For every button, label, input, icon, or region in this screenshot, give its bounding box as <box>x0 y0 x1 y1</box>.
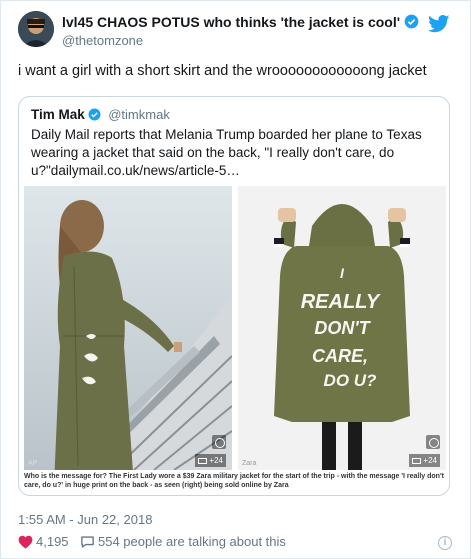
author-name-text[interactable]: lvl45 CHAOS POTUS who thinks 'the jacket… <box>62 14 400 30</box>
conversation-action[interactable]: 554 people are talking about this <box>80 534 286 549</box>
tweet-actions: 4,195 554 people are talking about this … <box>18 534 460 554</box>
photo-melania-boarding[interactable]: AP +24 <box>24 186 232 470</box>
tweet-text: i want a girl with a short skirt and the… <box>18 63 427 79</box>
jacket-text-line-4: CARE, <box>312 346 368 366</box>
like-action[interactable]: 4,195 <box>18 534 69 549</box>
author-display-name[interactable]: lvl45 CHAOS POTUS who thinks 'the jacket… <box>62 14 419 30</box>
jacket-text-line-5: DO U? <box>324 371 378 390</box>
verified-badge-icon <box>88 108 101 121</box>
photo-credit-left: AP <box>28 460 38 467</box>
quoted-author: Tim Mak @timkmak <box>31 106 170 124</box>
author-handle[interactable]: @thetomzone <box>62 33 419 48</box>
author-names: lvl45 CHAOS POTUS who thinks 'the jacket… <box>62 14 419 48</box>
tweet-card: lvl45 CHAOS POTUS who thinks 'the jacket… <box>0 0 471 559</box>
jacket-text-line-3: DON'T <box>314 318 371 338</box>
quoted-text: Daily Mail reports that Melania Trump bo… <box>31 127 422 178</box>
quoted-tweet[interactable]: Tim Mak @timkmak Daily Mail reports that… <box>18 96 450 496</box>
camera-icon <box>198 458 208 464</box>
comment-icon <box>81 536 94 548</box>
share-icon[interactable] <box>426 435 440 449</box>
twitter-bird-icon[interactable] <box>428 15 450 33</box>
photo-count-right: +24 <box>423 456 437 465</box>
photo-count-badge-right[interactable]: +24 <box>409 454 440 467</box>
verified-badge-icon <box>404 14 419 29</box>
photo-jacket-back[interactable]: I REALLY DON'T CARE, DO U? Zara +24 <box>238 186 446 470</box>
heart-icon <box>18 535 33 549</box>
photo-credit-right: Zara <box>242 460 257 467</box>
like-count: 4,195 <box>36 534 69 549</box>
tweet-timestamp[interactable]: 1:55 AM - Jun 22, 2018 <box>18 512 152 527</box>
tweet-header: lvl45 CHAOS POTUS who thinks 'the jacket… <box>18 9 460 53</box>
info-icon[interactable]: i <box>438 536 452 550</box>
media-grid: AP +24 I REALLY DON'T CARE, DO U? Zara +… <box>21 186 449 494</box>
photo-count-badge-left[interactable]: +24 <box>195 454 226 467</box>
avatar[interactable] <box>18 11 54 47</box>
camera-icon <box>412 458 422 464</box>
jacket-text-line-2: REALLY <box>301 291 381 313</box>
photo-count-left: +24 <box>209 456 223 465</box>
share-icon[interactable] <box>212 435 226 449</box>
quoted-author-handle: @timkmak <box>108 107 170 122</box>
talking-count: 554 people are talking about this <box>98 534 286 549</box>
media-caption: Who is the message for? The First Lady w… <box>24 473 444 489</box>
quoted-author-name: Tim Mak <box>31 107 85 122</box>
